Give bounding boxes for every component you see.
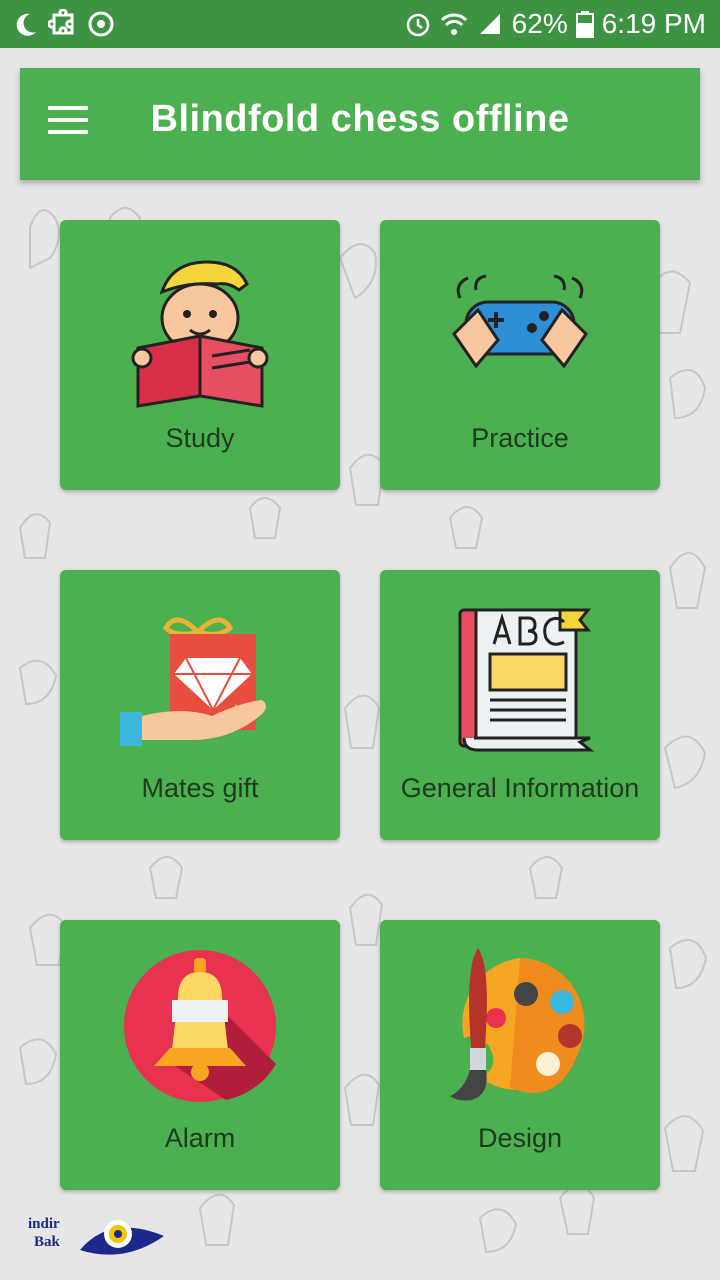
study-tile[interactable]: Study <box>60 220 340 490</box>
tile-label: Design <box>477 1123 563 1153</box>
mates-gift-tile[interactable]: Mates gift <box>60 570 340 840</box>
game-controller-icon <box>452 274 588 369</box>
app-bar: Blindfold chess offline <box>20 68 700 180</box>
abc-book-icon <box>458 608 595 752</box>
gift-diamond-hand-icon <box>120 617 266 746</box>
tile-label: Practice <box>471 423 569 453</box>
practice-tile[interactable]: Practice <box>380 220 660 490</box>
battery-percentage: 62% <box>511 8 568 39</box>
watermark-line1: indir <box>28 1216 60 1232</box>
battery-icon <box>575 11 594 38</box>
tile-label: Study <box>165 423 235 453</box>
status-bar: 62% 6:19 PM <box>0 0 720 48</box>
status-right-icons: 62% 6:19 PM <box>404 0 706 48</box>
alarm-tile[interactable]: Alarm <box>60 920 340 1190</box>
clock-time: 6:19 PM <box>601 8 706 39</box>
bell-icon <box>124 950 276 1102</box>
paint-palette-icon <box>450 948 585 1101</box>
moon-icon <box>16 13 36 36</box>
general-information-tile[interactable]: General Information <box>380 570 660 840</box>
alarm-icon <box>406 13 429 37</box>
tile-label: General Information <box>400 773 640 803</box>
status-left-icons <box>12 6 116 42</box>
design-tile[interactable]: Design <box>380 920 660 1190</box>
tile-label: Alarm <box>164 1123 236 1153</box>
app-title: Blindfold chess offline <box>150 98 570 140</box>
eye-logo-icon <box>80 1220 164 1255</box>
sync-icon <box>88 11 114 37</box>
wifi-icon <box>440 13 467 35</box>
puzzle-icon <box>48 9 74 35</box>
watermark-line2: Bak <box>34 1234 60 1250</box>
tile-label: Mates gift <box>141 773 259 803</box>
watermark-logo: indir Bak <box>28 1210 178 1260</box>
reading-boy-icon <box>131 260 269 408</box>
signal-icon <box>479 14 500 34</box>
